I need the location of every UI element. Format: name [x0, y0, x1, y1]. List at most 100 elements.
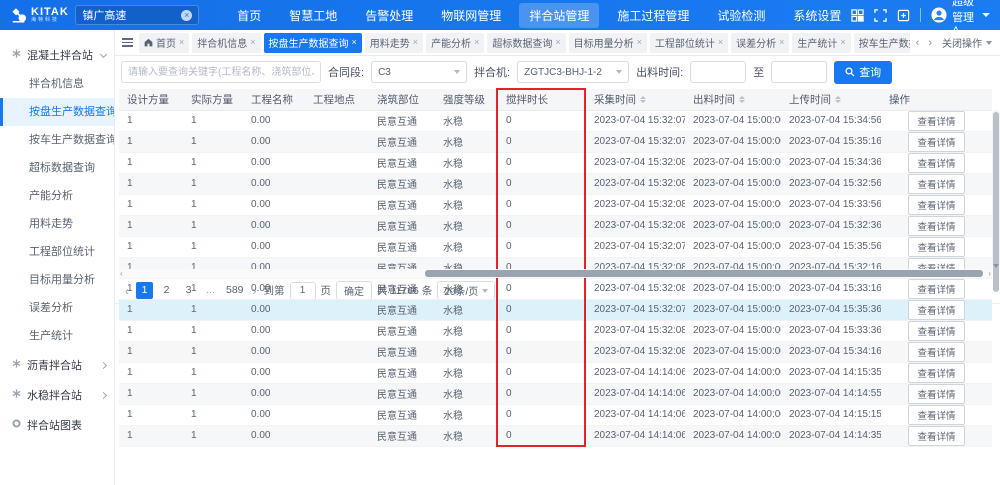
table-row[interactable]: 110.00民意互通水稳02023-07-04 15:32:082023-07-… [119, 278, 992, 299]
keyword-input[interactable] [121, 61, 321, 83]
close-icon[interactable]: × [718, 38, 723, 47]
tab-目标用量分析[interactable]: 目标用量分析× [569, 33, 647, 53]
tab-首页[interactable]: 首页× [139, 33, 189, 53]
table-row[interactable]: 110.00民意互通水稳02023-07-04 15:32:082023-07-… [119, 341, 992, 362]
sidebar-item-产能分析[interactable]: 产能分析 [0, 182, 114, 210]
tab-拌合机信息[interactable]: 拌合机信息× [192, 33, 260, 53]
column-header-采集时间[interactable]: 采集时间 [585, 89, 685, 110]
sidebar-item-拌合机信息[interactable]: 拌合机信息 [0, 70, 114, 98]
sidebar-item-目标用量分析[interactable]: 目标用量分析 [0, 266, 114, 294]
query-button[interactable]: 查询 [834, 61, 892, 84]
nav-item-试验检测[interactable]: 试验检测 [707, 3, 775, 28]
nav-item-系统设置[interactable]: 系统设置 [783, 3, 851, 28]
tabs-prev-arrow[interactable]: ‹ [913, 37, 923, 49]
view-detail-button[interactable]: 查看详情 [908, 153, 964, 173]
tab-按盘生产数据查询[interactable]: 按盘生产数据查询× [264, 33, 362, 53]
column-header-设计方量[interactable]: 设计方量 [119, 89, 183, 110]
scroll-left-arrow-icon[interactable]: ‹ [120, 270, 123, 277]
tabs-next-arrow[interactable]: › [925, 37, 935, 49]
close-icon[interactable]: × [179, 38, 184, 47]
sidebar-item-按车生产数据查询[interactable]: 按车生产数据查询 [0, 126, 114, 154]
vertical-scrollbar[interactable] [992, 110, 1000, 269]
nav-item-告警处理[interactable]: 告警处理 [355, 3, 423, 28]
sidebar-section-水稳拌合站[interactable]: 水稳拌合站 [0, 380, 114, 410]
nav-item-智慧工地[interactable]: 智慧工地 [279, 3, 347, 28]
view-detail-button[interactable]: 查看详情 [908, 132, 964, 152]
table-row[interactable]: 110.00民意互通水稳02023-07-04 15:32:082023-07-… [119, 173, 992, 194]
close-icon[interactable]: × [779, 38, 784, 47]
close-icon[interactable]: × [352, 38, 357, 47]
sort-icon[interactable] [835, 96, 841, 103]
view-detail-button[interactable]: 查看详情 [908, 300, 964, 320]
close-operations-dropdown[interactable]: 关闭操作 [938, 35, 996, 50]
sidebar-section-沥青拌合站[interactable]: 沥青拌合站 [0, 350, 114, 380]
sidebar-item-生产统计[interactable]: 生产统计 [0, 322, 114, 350]
time-from-input[interactable] [690, 61, 746, 83]
view-detail-button[interactable]: 查看详情 [908, 321, 964, 341]
table-row[interactable]: 110.00民意互通水稳02023-07-04 15:32:082023-07-… [119, 194, 992, 215]
table-row[interactable]: 110.00民意互通水稳02023-07-04 15:32:072023-07-… [119, 110, 992, 131]
close-icon[interactable]: × [413, 38, 418, 47]
clear-icon[interactable]: × [181, 10, 192, 21]
close-icon[interactable]: × [840, 38, 845, 47]
table-row[interactable]: 110.00民意互通水稳02023-07-04 15:32:082023-07-… [119, 215, 992, 236]
nav-item-首页[interactable]: 首页 [227, 3, 271, 28]
tab-误差分析[interactable]: 误差分析× [731, 33, 789, 53]
horizontal-scrollbar-thumb[interactable] [425, 270, 984, 277]
view-detail-button[interactable]: 查看详情 [908, 216, 964, 236]
view-detail-button[interactable]: 查看详情 [908, 405, 964, 425]
table-row[interactable]: 110.00民意互通水稳02023-07-04 14:14:062023-07-… [119, 425, 992, 446]
sidebar-item-用料走势[interactable]: 用料走势 [0, 210, 114, 238]
table-row[interactable]: 110.00民意互通水稳02023-07-04 15:32:072023-07-… [119, 299, 992, 320]
view-detail-button[interactable]: 查看详情 [908, 279, 964, 299]
column-header-搅拌时长[interactable]: 搅拌时长 [497, 89, 585, 110]
nav-item-物联网管理[interactable]: 物联网管理 [431, 3, 511, 28]
view-detail-button[interactable]: 查看详情 [908, 174, 964, 194]
nav-item-施工过程管理[interactable]: 施工过程管理 [607, 3, 699, 28]
sidebar-item-工程部位统计[interactable]: 工程部位统计 [0, 238, 114, 266]
close-icon[interactable]: × [637, 38, 642, 47]
tab-按车生产数据查询[interactable]: 按车生产数据查询× [854, 33, 910, 53]
table-row[interactable]: 110.00民意互通水稳02023-07-04 14:14:062023-07-… [119, 404, 992, 425]
tab-生产统计[interactable]: 生产统计× [792, 33, 850, 53]
table-row[interactable]: 110.00民意互通水稳02023-07-04 15:32:082023-07-… [119, 320, 992, 341]
horizontal-scrollbar[interactable]: ‹ › [119, 269, 992, 278]
column-header-浇筑部位[interactable]: 浇筑部位 [369, 89, 435, 110]
frame-plus-icon[interactable] [897, 9, 910, 22]
sidebar-section-混凝土拌合站[interactable]: 混凝土拌合站 [0, 40, 114, 70]
tab-用料走势[interactable]: 用料走势× [365, 33, 423, 53]
tab-超标数据查询[interactable]: 超标数据查询× [487, 33, 565, 53]
fullscreen-icon[interactable] [874, 9, 887, 22]
time-to-input[interactable] [771, 61, 827, 83]
column-header-工程地点[interactable]: 工程地点 [305, 89, 369, 110]
column-header-出料时间[interactable]: 出料时间 [685, 89, 781, 110]
tab-工程部位统计[interactable]: 工程部位统计× [650, 33, 728, 53]
table-row[interactable]: 110.00民意互通水稳02023-07-04 14:14:062023-07-… [119, 383, 992, 404]
view-detail-button[interactable]: 查看详情 [908, 195, 964, 215]
close-icon[interactable]: × [250, 38, 255, 47]
tab-list-icon[interactable] [119, 38, 136, 47]
table-row[interactable]: 110.00民意互通水稳02023-07-04 15:32:082023-07-… [119, 152, 992, 173]
scroll-down-arrow-icon[interactable] [993, 264, 999, 268]
nav-item-拌合站管理[interactable]: 拌合站管理 [519, 3, 599, 28]
sidebar-item-按盘生产数据查询[interactable]: 按盘生产数据查询 [0, 98, 114, 126]
column-header-实际方量[interactable]: 实际方量 [183, 89, 243, 110]
sort-icon[interactable] [640, 96, 646, 103]
grid-icon[interactable] [851, 9, 864, 22]
project-select[interactable]: 镇广高速 × [75, 5, 199, 25]
column-header-工程名称[interactable]: 工程名称 [243, 89, 305, 110]
view-detail-button[interactable]: 查看详情 [908, 384, 964, 404]
column-header-上传时间[interactable]: 上传时间 [781, 89, 881, 110]
table-row[interactable]: 110.00民意互通水稳02023-07-04 15:32:072023-07-… [119, 236, 992, 257]
close-icon[interactable]: × [555, 38, 560, 47]
sidebar-item-超标数据查询[interactable]: 超标数据查询 [0, 154, 114, 182]
close-icon[interactable]: × [474, 38, 479, 47]
view-detail-button[interactable]: 查看详情 [908, 363, 964, 383]
view-detail-button[interactable]: 查看详情 [908, 111, 964, 131]
scroll-right-arrow-icon[interactable]: › [988, 270, 991, 277]
sidebar-section-拌合站图表[interactable]: 拌合站图表 [0, 410, 114, 440]
table-row[interactable]: 110.00民意互通水稳02023-07-04 14:14:062023-07-… [119, 362, 992, 383]
tab-产能分析[interactable]: 产能分析× [426, 33, 484, 53]
column-header-强度等级[interactable]: 强度等级 [435, 89, 497, 110]
column-header-操作[interactable]: 操作 [881, 89, 992, 110]
